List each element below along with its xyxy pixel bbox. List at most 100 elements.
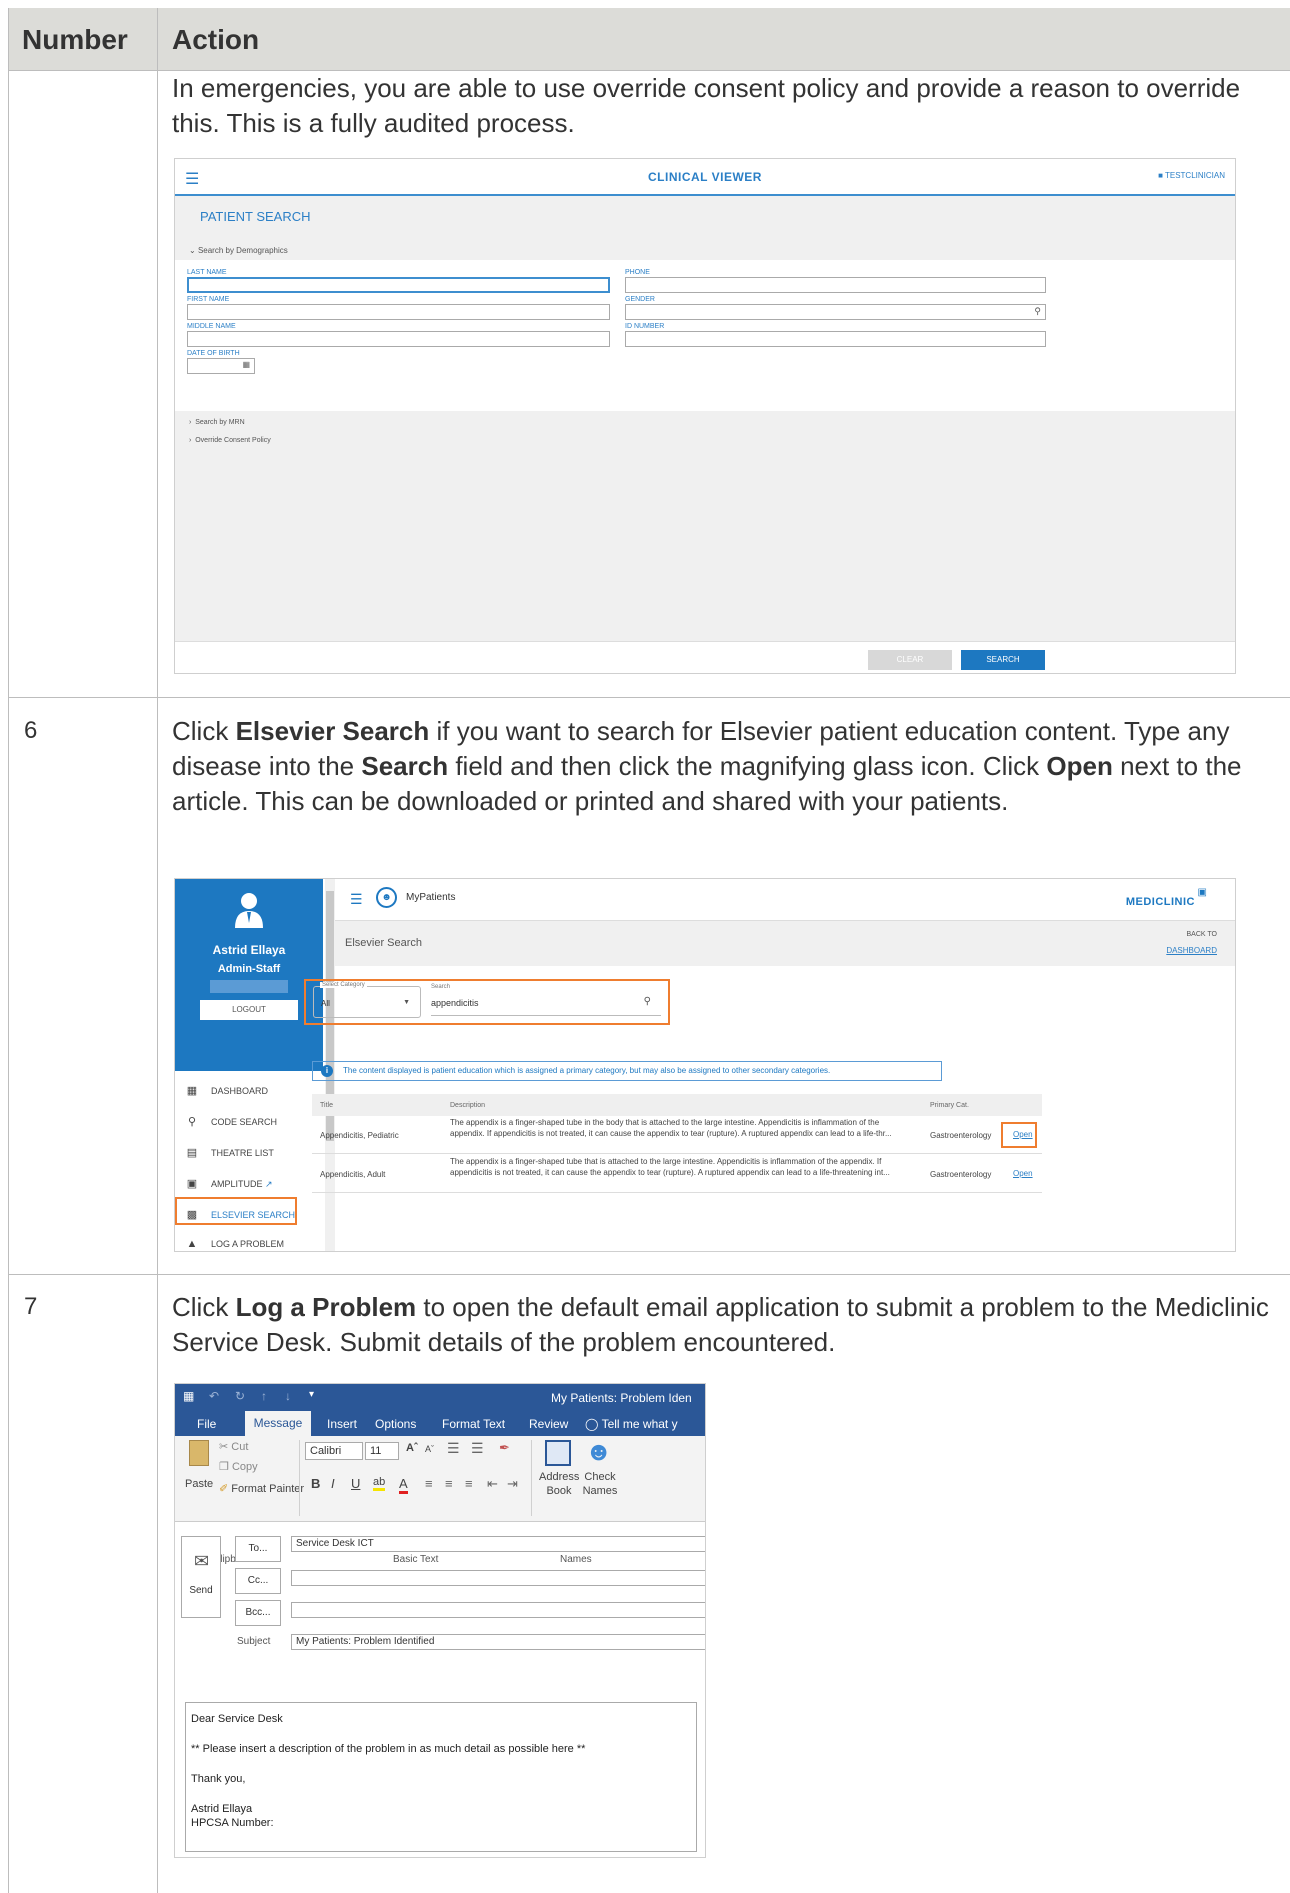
bcc-field[interactable] [291, 1602, 705, 1618]
phone-input[interactable] [625, 277, 1046, 293]
magnifying-glass-icon[interactable]: ⚲ [644, 996, 651, 1007]
sidebar-item-amplitude[interactable]: ▣ AMPLITUDE ↗ [185, 1177, 273, 1190]
tell-me-box[interactable]: ◯ Tell me what y [585, 1417, 678, 1431]
cut-button[interactable]: ✂ Cut [219, 1440, 248, 1453]
decrease-indent-icon[interactable]: ⇤ [487, 1476, 498, 1492]
ribbon-divider [531, 1440, 532, 1516]
tab-format-text[interactable]: Format Text [442, 1417, 505, 1431]
message-body[interactable]: Dear Service Desk ** Please insert a des… [185, 1702, 697, 1852]
dob-input[interactable]: ▦ [187, 358, 255, 374]
font-size-select[interactable]: 11 [365, 1442, 399, 1460]
bold-icon[interactable]: B [311, 1476, 320, 1491]
customize-icon[interactable]: ▾ [309, 1389, 314, 1400]
search-icon[interactable]: ⚲ [1034, 306, 1041, 317]
format-painter-button[interactable]: ✐ Format Painter [219, 1482, 304, 1495]
align-center-icon[interactable]: ≡ [445, 1476, 453, 1491]
down-arrow-icon[interactable]: ↓ [285, 1389, 291, 1403]
check-names-icon[interactable]: ☻ [585, 1436, 612, 1467]
font-name-select[interactable]: Calibri [305, 1442, 363, 1460]
italic-icon[interactable]: I [331, 1476, 335, 1491]
first-name-input[interactable] [187, 304, 610, 320]
address-book-icon[interactable] [545, 1440, 571, 1466]
undo-icon[interactable]: ↶ [209, 1389, 219, 1403]
brush-icon: ✐ [219, 1483, 229, 1495]
sidebar-item-code-search[interactable]: ⚲ CODE SEARCH [185, 1115, 277, 1128]
demographics-form: LAST NAME FIRST NAME MIDDLE NAME DATE OF… [175, 260, 1235, 411]
names-group-label: Names [560, 1554, 592, 1565]
sidebar-item-theatre-list[interactable]: ▤ THEATRE LIST [185, 1146, 274, 1159]
cc-field[interactable] [291, 1570, 705, 1586]
category-select[interactable]: Select Category All ▼ [313, 982, 421, 1018]
clear-button[interactable]: CLEAR [868, 650, 952, 670]
cc-button[interactable]: Cc... [235, 1568, 281, 1594]
tab-insert[interactable]: Insert [327, 1417, 357, 1431]
row6-text: Click Elsevier Search if you want to sea… [172, 714, 1272, 819]
underline-icon[interactable]: U [351, 1476, 360, 1491]
table-row: Appendicitis, Pediatric The appendix is … [312, 1116, 1042, 1154]
search-button[interactable]: SEARCH [961, 650, 1045, 670]
tab-review[interactable]: Review [529, 1417, 568, 1431]
override-consent-policy[interactable]: › Override Consent Policy [189, 437, 271, 444]
search-by-mrn[interactable]: › Search by MRN [189, 419, 245, 426]
middle-name-input[interactable] [187, 331, 610, 347]
paste-icon[interactable] [189, 1440, 209, 1466]
column-description: Description [450, 1102, 486, 1109]
last-name-input[interactable] [187, 277, 610, 293]
search-value: appendicitis [431, 998, 479, 1008]
up-arrow-icon[interactable]: ↑ [261, 1389, 267, 1403]
send-button[interactable]: ✉ Send [181, 1536, 221, 1618]
chevron-right-icon: › [189, 437, 192, 444]
body-line: Thank you, [191, 1773, 246, 1785]
brand-mark-icon: ▣ [1197, 887, 1207, 898]
sidebar-item-log-a-problem[interactable]: ▲ LOG A PROBLEM [185, 1238, 284, 1250]
redo-icon[interactable]: ↻ [235, 1389, 245, 1403]
save-icon[interactable]: ▦ [183, 1389, 194, 1403]
tell-me-label: Tell me what y [601, 1417, 678, 1431]
bullets-icon[interactable]: ☰ [447, 1440, 460, 1457]
tab-file[interactable]: File [197, 1417, 216, 1431]
logout-button[interactable]: LOGOUT [200, 1000, 298, 1020]
body-line: ** Please insert a description of the pr… [191, 1743, 586, 1755]
font-color-icon[interactable]: A [399, 1476, 408, 1494]
align-left-icon[interactable]: ≡ [425, 1476, 433, 1491]
gender-input[interactable]: ⚲ [625, 304, 1046, 320]
highlight-icon[interactable]: ab [373, 1476, 386, 1491]
body-line: Dear Service Desk [191, 1713, 283, 1725]
menu-icon[interactable]: ☰ [350, 891, 363, 908]
to-button[interactable]: To... [235, 1536, 281, 1562]
user-badge[interactable]: ■ TESTCLINICIAN [1158, 171, 1225, 180]
dashboard-link[interactable]: DASHBOARD [1166, 946, 1217, 955]
open-link[interactable]: Open [1013, 1169, 1033, 1178]
ribbon-divider [299, 1440, 300, 1516]
calendar-icon[interactable]: ▦ [242, 360, 250, 369]
sidebar-item-label: AMPLITUDE [211, 1179, 263, 1189]
search-by-demographics[interactable]: ⌄ Search by Demographics [189, 246, 288, 255]
numbering-icon[interactable]: ☰ [471, 1440, 484, 1457]
to-field[interactable]: Service Desk ICT [291, 1536, 705, 1552]
subject-field[interactable]: My Patients: Problem Identified [291, 1634, 705, 1650]
grow-font-icon[interactable]: Aˆ [406, 1442, 418, 1454]
page-title: Elsevier Search [345, 937, 423, 949]
copy-button[interactable]: ❐ Copy [219, 1460, 258, 1473]
tab-message[interactable]: Message [245, 1411, 311, 1436]
row-divider [8, 697, 1290, 698]
sidebar-item-dashboard[interactable]: ▦ DASHBOARD [185, 1084, 268, 1097]
table-header: Number Action [8, 8, 1290, 71]
id-number-input[interactable] [625, 331, 1046, 347]
tab-options[interactable]: Options [375, 1417, 416, 1431]
row-title: Appendicitis, Pediatric [320, 1131, 399, 1140]
paste-button[interactable]: Paste [185, 1478, 213, 1490]
bcc-button[interactable]: Bcc... [235, 1600, 281, 1626]
clear-formatting-icon[interactable]: ✒ [499, 1440, 510, 1456]
copy-icon: ❐ [219, 1461, 229, 1473]
info-icon: i [321, 1065, 333, 1077]
increase-indent-icon[interactable]: ⇥ [507, 1476, 518, 1492]
address-book-button[interactable]: Address Book [539, 1470, 579, 1498]
search-input[interactable]: Search appendicitis ⚲ [431, 984, 661, 1016]
body-line: HPCSA Number: [191, 1817, 274, 1829]
clinical-viewer-screenshot: ☰ CLINICAL VIEWER ■ TESTCLINICIAN PATIEN… [174, 158, 1236, 674]
check-names-button[interactable]: Check Names [581, 1470, 619, 1498]
align-right-icon[interactable]: ≡ [465, 1476, 473, 1491]
shrink-font-icon[interactable]: Aˇ [425, 1444, 434, 1454]
phone-label: PHONE [625, 269, 650, 276]
